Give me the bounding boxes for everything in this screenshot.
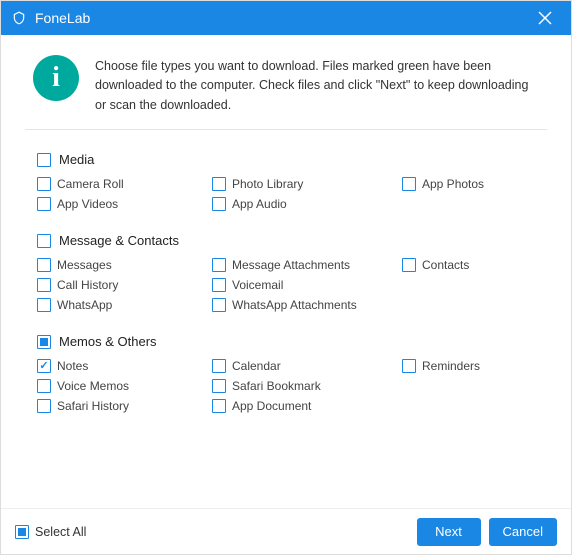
checkbox-whatsapp[interactable] <box>37 298 51 312</box>
item-call-history[interactable]: Call History <box>37 278 212 292</box>
checkbox-reminders[interactable] <box>402 359 416 373</box>
label-safari-bookmark: Safari Bookmark <box>232 379 321 393</box>
label-voice-memos: Voice Memos <box>57 379 129 393</box>
checkbox-camera-roll[interactable] <box>37 177 51 191</box>
item-voice-memos[interactable]: Voice Memos <box>37 379 212 393</box>
label-whatsapp-attachments: WhatsApp Attachments <box>232 298 357 312</box>
category-title-message-contacts: Message & Contacts <box>59 233 179 248</box>
label-reminders: Reminders <box>422 359 480 373</box>
item-safari-bookmark[interactable]: Safari Bookmark <box>212 379 402 393</box>
checkbox-safari-bookmark[interactable] <box>212 379 226 393</box>
next-button[interactable]: Next <box>417 518 481 546</box>
content-area: i Choose file types you want to download… <box>1 35 571 508</box>
intro-section: i Choose file types you want to download… <box>25 53 547 130</box>
category-header-media[interactable]: Media <box>37 152 535 167</box>
label-photo-library: Photo Library <box>232 177 303 191</box>
label-voicemail: Voicemail <box>232 278 283 292</box>
item-whatsapp[interactable]: WhatsApp <box>37 298 212 312</box>
category-checkbox-media[interactable] <box>37 153 51 167</box>
intro-text: Choose file types you want to download. … <box>95 53 547 115</box>
footer: Select All Next Cancel <box>1 508 571 554</box>
label-safari-history: Safari History <box>57 399 129 413</box>
checkbox-whatsapp-attachments[interactable] <box>212 298 226 312</box>
item-whatsapp-attachments[interactable]: WhatsApp Attachments <box>212 298 402 312</box>
select-all-checkbox[interactable] <box>15 525 29 539</box>
label-call-history: Call History <box>57 278 118 292</box>
label-app-document: App Document <box>232 399 311 413</box>
label-whatsapp: WhatsApp <box>57 298 112 312</box>
item-app-photos[interactable]: App Photos <box>402 177 535 191</box>
checkbox-contacts[interactable] <box>402 258 416 272</box>
item-app-audio[interactable]: App Audio <box>212 197 402 211</box>
window-title: FoneLab <box>35 10 529 26</box>
app-icon <box>11 10 27 26</box>
checkbox-calendar[interactable] <box>212 359 226 373</box>
category-title-memos-others: Memos & Others <box>59 334 157 349</box>
label-calendar: Calendar <box>232 359 281 373</box>
close-button[interactable] <box>529 2 561 34</box>
item-photo-library[interactable]: Photo Library <box>212 177 402 191</box>
checkbox-voicemail[interactable] <box>212 278 226 292</box>
label-camera-roll: Camera Roll <box>57 177 124 191</box>
category-media: Media Camera Roll Photo Library App Photos A… <box>37 152 535 211</box>
cancel-button[interactable]: Cancel <box>489 518 557 546</box>
checkbox-notes[interactable] <box>37 359 51 373</box>
label-app-photos: App Photos <box>422 177 484 191</box>
item-camera-roll[interactable]: Camera Roll <box>37 177 212 191</box>
checkbox-photo-library[interactable] <box>212 177 226 191</box>
category-message-contacts: Message & Contacts Messages Message Attach… <box>37 233 535 312</box>
item-messages[interactable]: Messages <box>37 258 212 272</box>
app-window: FoneLab i Choose file types you want to … <box>0 0 572 555</box>
checkbox-call-history[interactable] <box>37 278 51 292</box>
label-notes: Notes <box>57 359 88 373</box>
checkbox-voice-memos[interactable] <box>37 379 51 393</box>
label-app-audio: App Audio <box>232 197 287 211</box>
item-app-videos[interactable]: App Videos <box>37 197 212 211</box>
item-message-attachments[interactable]: Message Attachments <box>212 258 402 272</box>
close-icon <box>537 10 553 26</box>
select-all-label: Select All <box>35 525 86 539</box>
item-contacts[interactable]: Contacts <box>402 258 535 272</box>
checkbox-app-photos[interactable] <box>402 177 416 191</box>
spacer <box>402 278 535 292</box>
category-items-memos-others: Notes Calendar Reminders Voice Memos Safari … <box>37 359 535 413</box>
category-checkbox-memos-others[interactable] <box>37 335 51 349</box>
checkbox-safari-history[interactable] <box>37 399 51 413</box>
item-calendar[interactable]: Calendar <box>212 359 402 373</box>
select-all-row[interactable]: Select All <box>15 525 86 539</box>
checkbox-messages[interactable] <box>37 258 51 272</box>
info-icon: i <box>33 55 79 101</box>
item-safari-history[interactable]: Safari History <box>37 399 212 413</box>
category-memos-others: Memos & Others Notes Calendar Reminders Voic… <box>37 334 535 413</box>
item-voicemail[interactable]: Voicemail <box>212 278 402 292</box>
category-items-message-contacts: Messages Message Attachments Contacts Call … <box>37 258 535 312</box>
category-title-media: Media <box>59 152 94 167</box>
categories-list: Media Camera Roll Photo Library App Photos A… <box>25 152 547 413</box>
category-checkbox-message-contacts[interactable] <box>37 234 51 248</box>
item-notes[interactable]: Notes <box>37 359 212 373</box>
spacer <box>402 379 535 393</box>
item-reminders[interactable]: Reminders <box>402 359 535 373</box>
label-contacts: Contacts <box>422 258 469 272</box>
checkbox-message-attachments[interactable] <box>212 258 226 272</box>
checkbox-app-audio[interactable] <box>212 197 226 211</box>
label-messages: Messages <box>57 258 112 272</box>
titlebar: FoneLab <box>1 1 571 35</box>
category-items-media: Camera Roll Photo Library App Photos App Vi… <box>37 177 535 211</box>
label-message-attachments: Message Attachments <box>232 258 350 272</box>
label-app-videos: App Videos <box>57 197 118 211</box>
item-app-document[interactable]: App Document <box>212 399 402 413</box>
category-header-message-contacts[interactable]: Message & Contacts <box>37 233 535 248</box>
checkbox-app-videos[interactable] <box>37 197 51 211</box>
category-header-memos-others[interactable]: Memos & Others <box>37 334 535 349</box>
checkbox-app-document[interactable] <box>212 399 226 413</box>
